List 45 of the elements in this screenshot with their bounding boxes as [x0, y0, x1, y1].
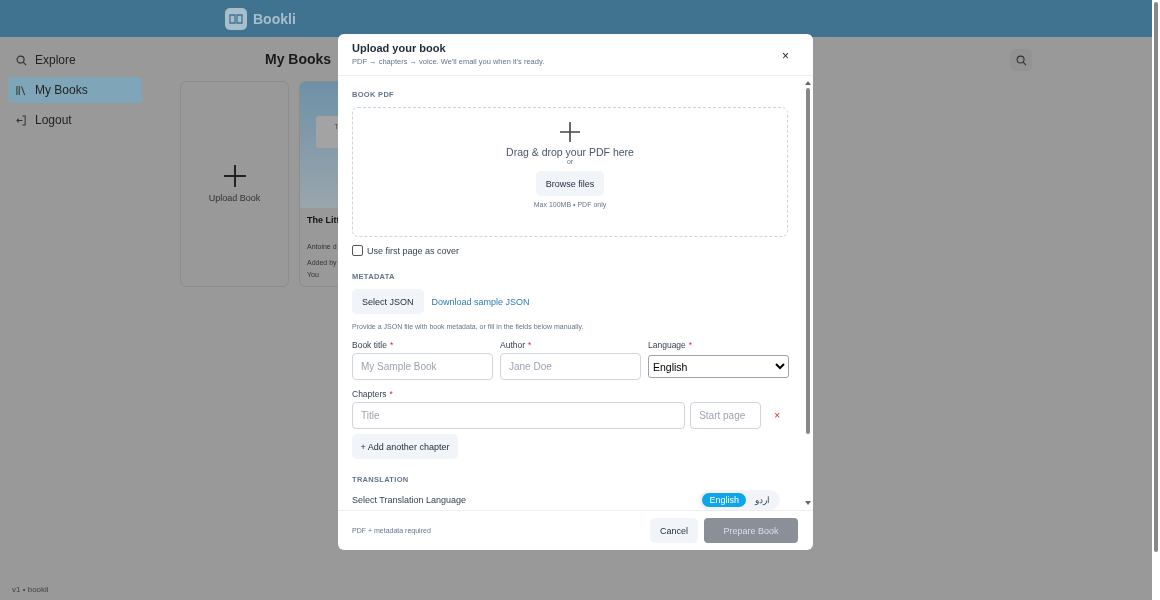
select-json-button[interactable]: Select JSON [352, 289, 424, 314]
version-text: v1 • bookli [12, 585, 49, 594]
field-label: Book title [352, 340, 387, 350]
remove-chapter-button[interactable]: × [766, 410, 788, 421]
chapter-title-field[interactable]: Title [352, 402, 686, 429]
sidebar-item[interactable]: Explore [8, 47, 142, 73]
language-option[interactable]: اردو [748, 493, 777, 507]
search-button[interactable] [1010, 49, 1032, 71]
language-select[interactable]: English [648, 355, 789, 378]
required-mark: * [528, 340, 532, 350]
page-title: My Books [265, 51, 332, 69]
scroll-down-icon[interactable] [805, 501, 811, 506]
browse-files-button[interactable]: Browse files [535, 171, 605, 196]
download-sample-link[interactable]: Download sample JSON [431, 296, 530, 307]
sidebar-item[interactable]: Logout [8, 107, 142, 133]
start-page-field[interactable]: Start page [690, 402, 762, 429]
required-mark: * [389, 340, 394, 350]
plus-icon [560, 122, 580, 142]
plus-icon [223, 165, 246, 187]
search-icon [1015, 54, 1027, 66]
add-chapter-button[interactable]: + Add another chapter [352, 434, 458, 459]
library-icon [16, 84, 27, 96]
dialog-scrollbar[interactable] [805, 80, 811, 506]
translation-label: Select Translation Language [352, 495, 467, 505]
upload-book-card[interactable]: Upload Book [180, 81, 289, 287]
field-label: Chapters [352, 389, 387, 399]
required-mark: * [389, 389, 393, 399]
search-icon [16, 54, 27, 66]
cover-checkbox[interactable] [352, 245, 363, 256]
scroll-up-icon[interactable] [805, 80, 811, 85]
brand-name: Bookli [253, 10, 296, 27]
text-field[interactable]: Jane Doe [500, 353, 641, 380]
drop-text: Drag & drop your PDF here [506, 146, 634, 158]
dialog-title: Upload your book [352, 42, 447, 54]
logout-icon [16, 114, 27, 126]
close-button[interactable]: × [772, 46, 799, 66]
text-field[interactable]: My Sample Book [352, 353, 493, 380]
required-mark: * [688, 340, 693, 350]
cancel-button[interactable]: Cancel [650, 518, 698, 543]
field-label: Language [648, 340, 686, 350]
sidebar-item[interactable]: My Books [8, 77, 142, 103]
book-logo-icon [225, 7, 247, 30]
checkbox-label: Use first page as cover [367, 245, 460, 256]
page-scrollbar[interactable] [1152, 0, 1160, 600]
field-label: Author [500, 340, 526, 350]
